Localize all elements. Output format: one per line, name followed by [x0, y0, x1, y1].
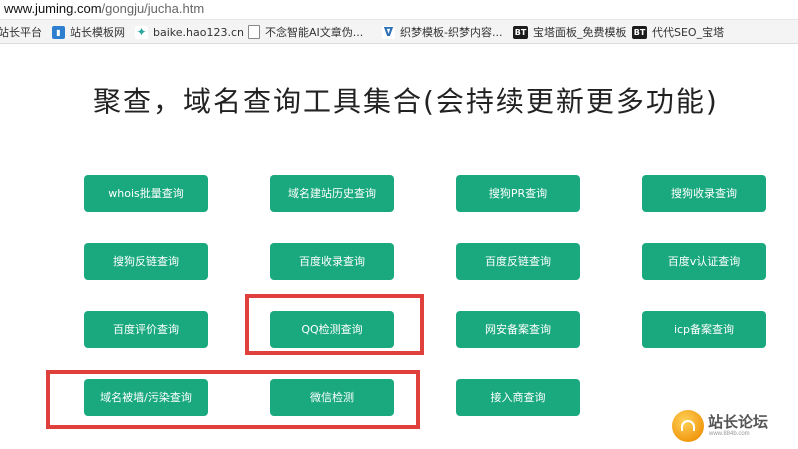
highlight-box-qq: [245, 294, 424, 355]
watermark-text: 站长论坛: [708, 413, 769, 431]
sogou-pr-button[interactable]: 搜狗PR查询: [456, 175, 580, 212]
bookmark-zhanzhang-platform[interactable]: 站长平台: [0, 24, 42, 40]
bookmark-zhanzhang-template[interactable]: ▮ 站长模板网: [52, 24, 125, 40]
page-icon: [248, 25, 260, 39]
tag-icon: ✦: [135, 24, 148, 39]
public-security-record-button[interactable]: 网安备案查询: [456, 311, 580, 348]
watermark: 站长论坛 www.884b.com: [672, 410, 790, 444]
bookmark-dede-template[interactable]: ᐁ 织梦模板-织梦内容...: [382, 24, 502, 40]
bookmark-label: 代代SEO_宝塔: [652, 26, 725, 39]
page-title: 聚查，域名查询工具集合(会持续更新更多功能): [93, 85, 719, 118]
dede-icon: ᐁ: [382, 24, 395, 39]
bookmark-label: 宝塔面板_免费模板: [533, 26, 627, 39]
bookmark-bt-panel[interactable]: BT 宝塔面板_免费模板: [513, 24, 627, 40]
address-bar[interactable]: www.juming.com/gongju/jucha.htm: [0, 0, 798, 20]
sogou-backlink-button[interactable]: 搜狗反链查询: [84, 243, 208, 280]
bookmark-label: 不念智能AI文章伪...: [265, 26, 364, 39]
domain-history-button[interactable]: 域名建站历史查询: [270, 175, 394, 212]
whois-batch-button[interactable]: whois批量查询: [84, 175, 208, 212]
bookmarks-bar: 站长平台 ▮ 站长模板网 ✦ baike.hao123.cn 不念智能AI文章伪…: [0, 20, 798, 44]
bt-icon: BT: [513, 25, 528, 39]
house-logo-icon: [672, 410, 704, 442]
bookmark-label: baike.hao123.cn: [153, 25, 244, 39]
bookmark-label: 站长平台: [0, 26, 42, 39]
watermark-subtext: www.884b.com: [709, 431, 750, 437]
bt-icon: BT: [632, 25, 647, 39]
highlight-box-row4: [46, 370, 420, 429]
icp-record-button[interactable]: icp备案查询: [642, 311, 766, 348]
bookmark-label: 站长模板网: [70, 26, 125, 39]
baidu-backlink-button[interactable]: 百度反链查询: [456, 243, 580, 280]
baidu-v-verify-button[interactable]: 百度v认证查询: [642, 243, 766, 280]
url-host: www.juming.com: [4, 1, 102, 16]
url-path: /gongju/jucha.htm: [101, 1, 205, 16]
bookmark-daidai-seo[interactable]: BT 代代SEO_宝塔: [632, 24, 724, 40]
bookmark-bunian-ai[interactable]: 不念智能AI文章伪...: [248, 24, 363, 40]
bookmark-icon: ▮: [52, 25, 65, 39]
sogou-index-button[interactable]: 搜狗收录查询: [642, 175, 766, 212]
isp-query-button[interactable]: 接入商查询: [456, 379, 580, 416]
url-text[interactable]: www.juming.com/gongju/jucha.htm: [4, 1, 204, 16]
baidu-index-button[interactable]: 百度收录查询: [270, 243, 394, 280]
bookmark-label: 织梦模板-织梦内容...: [400, 26, 503, 39]
bookmark-baike[interactable]: ✦ baike.hao123.cn: [135, 24, 244, 40]
baidu-review-button[interactable]: 百度评价查询: [84, 311, 208, 348]
